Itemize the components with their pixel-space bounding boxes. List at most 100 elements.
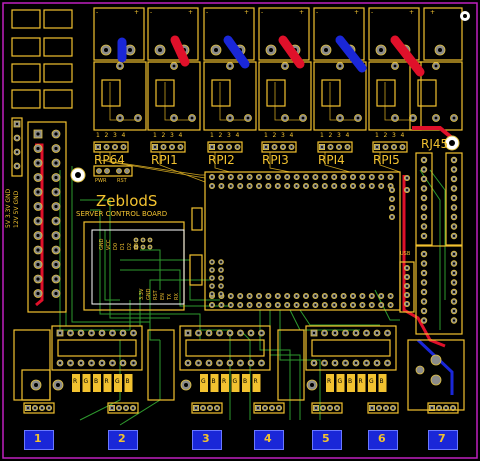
pad-hole (452, 196, 456, 200)
pad-hole (113, 145, 117, 149)
pad-hole (333, 303, 336, 307)
side-label: 5V 3.3V GND (5, 188, 12, 228)
pad-hole (158, 48, 162, 52)
pad-hole (54, 219, 58, 223)
pad-hole (323, 175, 326, 179)
pad-hole (333, 331, 337, 335)
pad-hole (392, 145, 396, 149)
pad-hole (333, 294, 336, 298)
pad-hole (351, 294, 355, 298)
pad-hole (246, 116, 250, 120)
pad-hole (36, 262, 40, 267)
pad-hole (239, 175, 242, 179)
pad-hole (220, 261, 222, 263)
pad-hole (276, 184, 279, 188)
pad-hole (390, 197, 394, 201)
pad-hole (422, 215, 426, 219)
module-pin-label: TX (167, 293, 173, 300)
pad-hole (104, 48, 108, 52)
minus-mark: - (150, 9, 153, 16)
main-ic-footprint (204, 171, 401, 311)
usb-header (399, 174, 415, 313)
pad-hole (370, 294, 373, 298)
rgb-label: B (211, 378, 216, 385)
pad-hole (314, 406, 318, 410)
pad-hole (430, 406, 434, 410)
pad-hole (229, 184, 232, 188)
pad-hole (310, 383, 314, 387)
pin-number: 3 (227, 132, 231, 139)
pin-number: 4 (235, 132, 240, 139)
pad-hole (186, 331, 190, 335)
pad-hole (273, 145, 276, 149)
pad-hole (227, 145, 231, 149)
pad-hole (301, 116, 305, 120)
pad-hole (324, 48, 328, 52)
pad-hole (194, 406, 198, 410)
rp-label-4: RPI4 (318, 153, 345, 167)
pad-hole (401, 145, 404, 149)
connector-inner (321, 79, 341, 107)
pad-hole (375, 331, 379, 335)
pad-hole (149, 246, 151, 248)
module-pin-label: GND (146, 288, 152, 300)
pad-hole (286, 175, 289, 179)
rgb-label: G (337, 378, 343, 385)
pad-hole (249, 331, 253, 335)
pad-hole (26, 406, 30, 410)
pad-hole (56, 383, 60, 387)
bottom-pads (23, 402, 459, 414)
pad-hole (36, 190, 40, 194)
pad-hole (34, 383, 38, 387)
pad-hole (342, 294, 345, 298)
module-pin-label: D1 (120, 242, 126, 250)
minus-mark: - (316, 9, 319, 16)
plus-mark: + (188, 9, 194, 16)
pad-hole (304, 303, 308, 307)
pad-hole (321, 406, 325, 410)
pad-hole (190, 116, 194, 120)
pad-hole (323, 294, 326, 298)
pad-hole (312, 331, 316, 335)
pin-number: 4 (400, 132, 405, 139)
module-pin-label: D2 (127, 242, 133, 250)
pad-hole (314, 294, 317, 298)
pad-hole (312, 361, 316, 365)
rj45-area (415, 152, 463, 335)
pad-hole (328, 406, 332, 410)
rp-label-0: RP64 (94, 153, 125, 167)
pad-hole (390, 215, 394, 219)
rgb-label: B (243, 378, 248, 385)
pad-hole (295, 294, 298, 298)
pad-hole (58, 331, 62, 335)
pad-hole (257, 184, 261, 188)
pad-hole (370, 175, 373, 179)
pad-hole (411, 116, 415, 120)
pad-hole (228, 64, 232, 68)
pad-hole (117, 406, 121, 410)
pad-hole (210, 184, 214, 188)
pad-hole (452, 168, 456, 171)
pad-hole (422, 234, 426, 238)
pad-hole (111, 331, 114, 335)
pcb-layout (2, 2, 478, 459)
pad-hole (361, 184, 364, 188)
pad-hole (452, 300, 456, 303)
rgb-label: G (369, 378, 374, 385)
pad-hole (69, 361, 72, 365)
pad-hole (277, 406, 281, 410)
pad-hole (257, 175, 261, 179)
module-pin-label: RST (153, 290, 159, 300)
pad-hole (36, 204, 40, 209)
dip-body (185, 339, 265, 357)
pad-hole (149, 239, 151, 241)
pad-hole (220, 175, 223, 179)
bottom-connector-number: 7 (438, 432, 446, 445)
rst-label: RST (117, 178, 127, 184)
bottom-connector-number: 1 (34, 432, 42, 445)
pad-hole (375, 361, 379, 365)
pad-hole (452, 225, 456, 228)
module-pin-label: D3 (134, 242, 140, 250)
pad-hole (342, 303, 345, 307)
pad-hole (393, 64, 397, 68)
